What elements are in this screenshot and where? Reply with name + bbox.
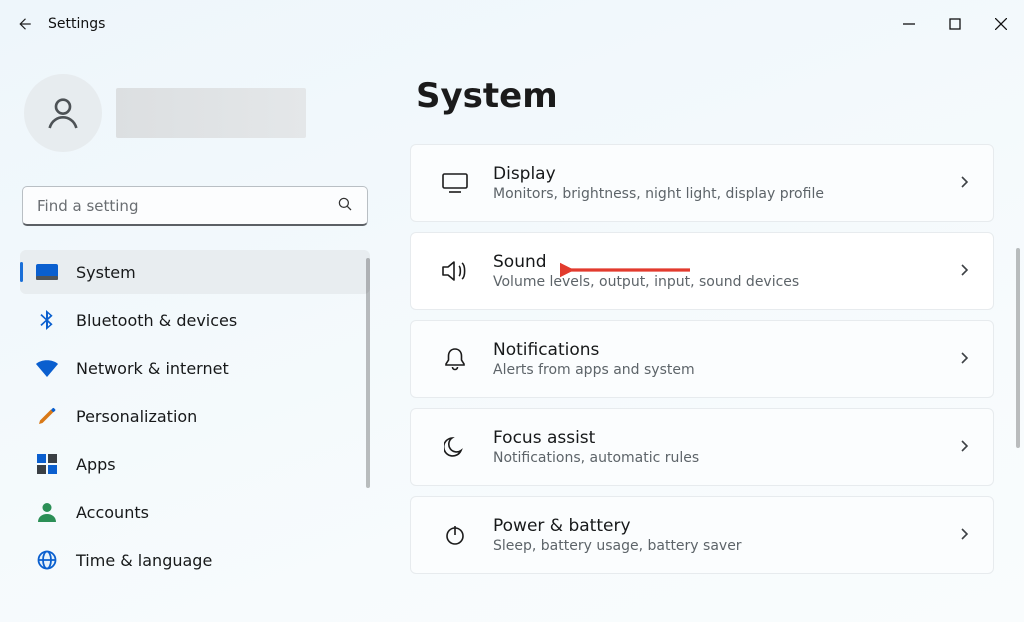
- setting-subtitle: Alerts from apps and system: [493, 362, 945, 378]
- app-title: Settings: [48, 16, 105, 32]
- sidebar-item-apps[interactable]: Apps: [20, 442, 370, 486]
- maximize-button[interactable]: [932, 0, 978, 48]
- setting-card-focus-assist[interactable]: Focus assist Notifications, automatic ru…: [410, 408, 994, 486]
- sidebar-item-personalization[interactable]: Personalization: [20, 394, 370, 438]
- time-language-icon: [36, 549, 58, 571]
- minimize-button[interactable]: [886, 0, 932, 48]
- chevron-right-icon: [957, 438, 971, 457]
- back-button[interactable]: [0, 15, 48, 33]
- user-profile[interactable]: [24, 74, 372, 152]
- system-icon: [36, 261, 58, 283]
- setting-card-sound[interactable]: Sound Volume levels, output, input, soun…: [410, 232, 994, 310]
- search-box[interactable]: [22, 186, 368, 226]
- search-input[interactable]: [22, 186, 368, 226]
- network-icon: [36, 357, 58, 379]
- sidebar-item-network[interactable]: Network & internet: [20, 346, 370, 390]
- notifications-icon: [435, 347, 475, 371]
- personalization-icon: [36, 405, 58, 427]
- setting-title: Sound: [493, 252, 945, 272]
- sidebar-item-label: Time & language: [76, 551, 212, 570]
- sidebar: System Bluetooth & devices Network & int…: [0, 48, 390, 622]
- sound-icon: [435, 259, 475, 283]
- main-content: System Display Monitors, brightness, nig…: [390, 48, 1024, 622]
- sidebar-item-bluetooth[interactable]: Bluetooth & devices: [20, 298, 370, 342]
- power-icon: [435, 524, 475, 546]
- setting-title: Notifications: [493, 340, 945, 360]
- sidebar-item-time-language[interactable]: Time & language: [20, 538, 370, 582]
- bluetooth-icon: [36, 309, 58, 331]
- chevron-right-icon: [957, 262, 971, 281]
- sidebar-item-label: System: [76, 263, 136, 282]
- setting-card-power[interactable]: Power & battery Sleep, battery usage, ba…: [410, 496, 994, 574]
- accounts-icon: [36, 501, 58, 523]
- sidebar-item-label: Apps: [76, 455, 116, 474]
- close-button[interactable]: [978, 0, 1024, 48]
- title-bar: Settings: [0, 0, 1024, 48]
- setting-card-notifications[interactable]: Notifications Alerts from apps and syste…: [410, 320, 994, 398]
- sidebar-item-system[interactable]: System: [20, 250, 370, 294]
- sidebar-item-accounts[interactable]: Accounts: [20, 490, 370, 534]
- chevron-right-icon: [957, 350, 971, 369]
- setting-subtitle: Notifications, automatic rules: [493, 450, 945, 466]
- user-name-placeholder: [116, 88, 306, 138]
- chevron-right-icon: [957, 526, 971, 545]
- window-controls: [886, 0, 1024, 48]
- sidebar-item-label: Accounts: [76, 503, 149, 522]
- avatar: [24, 74, 102, 152]
- sidebar-item-label: Personalization: [76, 407, 197, 426]
- setting-title: Focus assist: [493, 428, 945, 448]
- sidebar-scrollbar[interactable]: [366, 258, 370, 488]
- main-scrollbar[interactable]: [1016, 248, 1020, 448]
- setting-card-display[interactable]: Display Monitors, brightness, night ligh…: [410, 144, 994, 222]
- setting-title: Display: [493, 164, 945, 184]
- setting-subtitle: Sleep, battery usage, battery saver: [493, 538, 945, 554]
- settings-list: Display Monitors, brightness, night ligh…: [410, 144, 994, 574]
- sidebar-item-label: Bluetooth & devices: [76, 311, 237, 330]
- search-icon: [336, 195, 354, 217]
- setting-subtitle: Volume levels, output, input, sound devi…: [493, 274, 945, 290]
- display-icon: [435, 172, 475, 194]
- apps-icon: [36, 453, 58, 475]
- sidebar-nav: System Bluetooth & devices Network & int…: [18, 250, 372, 582]
- focus-assist-icon: [435, 436, 475, 458]
- setting-title: Power & battery: [493, 516, 945, 536]
- chevron-right-icon: [957, 174, 971, 193]
- page-title: System: [416, 76, 994, 116]
- sidebar-item-label: Network & internet: [76, 359, 229, 378]
- setting-subtitle: Monitors, brightness, night light, displ…: [493, 186, 945, 202]
